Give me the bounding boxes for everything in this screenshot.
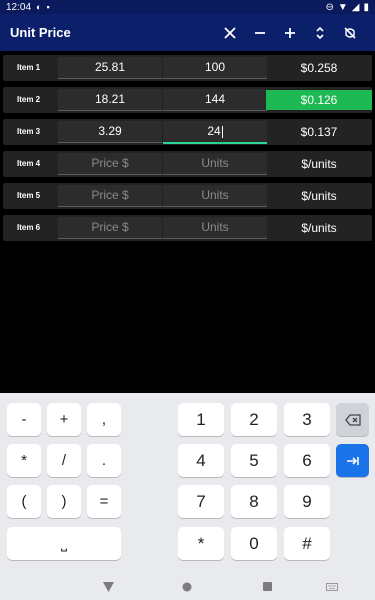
- notification-doc-icon: ▪: [46, 2, 50, 12]
- key-space[interactable]: ⎵: [7, 527, 121, 560]
- units-input[interactable]: 144: [163, 89, 267, 111]
- key-0[interactable]: 0: [231, 527, 277, 560]
- key-period[interactable]: .: [87, 444, 121, 477]
- item-label: Item 6: [17, 223, 41, 232]
- numeric-keyboard: - + , * / . ( ) = ⎵ 1 2 3 4 5 6 7 8 9 * …: [0, 393, 375, 573]
- price-input[interactable]: Price $: [58, 217, 162, 239]
- units-value: 24: [207, 124, 221, 138]
- item-label: Item 5: [17, 191, 41, 200]
- key-star[interactable]: *: [178, 527, 224, 560]
- item-row: Item 1 25.81 100 $0.258: [3, 55, 372, 81]
- battery-icon: ▮: [363, 1, 369, 13]
- key-4[interactable]: 4: [178, 444, 224, 477]
- price-input[interactable]: 3.29: [58, 121, 162, 143]
- price-input[interactable]: Price $: [58, 185, 162, 207]
- text-caret: [221, 125, 223, 138]
- item-row: Item 6 Price $ Units $/units: [3, 215, 372, 241]
- unit-price-value: $/units: [301, 221, 337, 235]
- item-row: Item 5 Price $ Units $/units: [3, 183, 372, 209]
- dnd-icon: ⊖: [325, 1, 334, 13]
- keyboard-switch-icon[interactable]: [322, 573, 342, 600]
- best-unit-price-value: $0.126: [266, 90, 372, 110]
- backspace-icon[interactable]: [336, 403, 369, 436]
- recents-square-icon[interactable]: [257, 573, 277, 600]
- remove-row-icon[interactable]: [245, 18, 275, 48]
- price-input[interactable]: 25.81: [58, 57, 162, 79]
- sort-icon[interactable]: [305, 18, 335, 48]
- notification-g-icon: ◐: [36, 2, 42, 12]
- status-bar: 12:04 ◐ ▪ ⊖ ▼ ◢ ▮: [0, 0, 375, 14]
- item-label: Item 2: [17, 95, 41, 104]
- hide-ads-icon[interactable]: [335, 18, 365, 48]
- system-nav-bar: [0, 573, 375, 600]
- key-equals[interactable]: =: [87, 485, 121, 518]
- key-7[interactable]: 7: [178, 485, 224, 518]
- units-input-focused[interactable]: 24: [163, 121, 267, 144]
- item-row: Item 3 3.29 24 $0.137: [3, 119, 372, 145]
- key-9[interactable]: 9: [284, 485, 330, 518]
- price-input[interactable]: Price $: [58, 153, 162, 175]
- clear-icon[interactable]: [215, 18, 245, 48]
- app-title: Unit Price: [10, 25, 71, 40]
- item-row: Item 4 Price $ Units $/units: [3, 151, 372, 177]
- key-hash[interactable]: #: [284, 527, 330, 560]
- key-2[interactable]: 2: [231, 403, 277, 436]
- item-label: Item 1: [17, 63, 41, 72]
- units-input[interactable]: Units: [163, 153, 267, 175]
- home-circle-icon[interactable]: [177, 573, 197, 600]
- unit-price-value: $/units: [301, 157, 337, 171]
- item-label: Item 3: [17, 127, 41, 136]
- item-label: Item 4: [17, 159, 41, 168]
- wifi-icon: ▼: [337, 1, 348, 13]
- key-slash[interactable]: /: [47, 444, 81, 477]
- key-1[interactable]: 1: [178, 403, 224, 436]
- app-bar: Unit Price: [0, 14, 375, 51]
- signal-icon: ◢: [351, 1, 360, 13]
- key-open-paren[interactable]: (: [7, 485, 41, 518]
- price-input[interactable]: 18.21: [58, 89, 162, 111]
- unit-price-value: $0.258: [300, 61, 338, 75]
- key-5[interactable]: 5: [231, 444, 277, 477]
- key-plus[interactable]: +: [47, 403, 81, 436]
- key-6[interactable]: 6: [284, 444, 330, 477]
- key-comma[interactable]: ,: [87, 403, 121, 436]
- back-triangle-icon[interactable]: [98, 573, 118, 600]
- key-3[interactable]: 3: [284, 403, 330, 436]
- item-row: Item 2 18.21 144 $0.126: [3, 87, 372, 113]
- key-minus[interactable]: -: [7, 403, 41, 436]
- key-8[interactable]: 8: [231, 485, 277, 518]
- key-close-paren[interactable]: ): [47, 485, 81, 518]
- units-input[interactable]: 100: [163, 57, 267, 79]
- unit-price-value: $/units: [301, 189, 337, 203]
- units-input[interactable]: Units: [163, 185, 267, 207]
- unit-price-value: $0.137: [300, 125, 338, 139]
- units-input[interactable]: Units: [163, 217, 267, 239]
- status-time: 12:04: [6, 1, 32, 13]
- key-asterisk[interactable]: *: [7, 444, 41, 477]
- add-row-icon[interactable]: [275, 18, 305, 48]
- tab-next-icon[interactable]: [336, 444, 369, 477]
